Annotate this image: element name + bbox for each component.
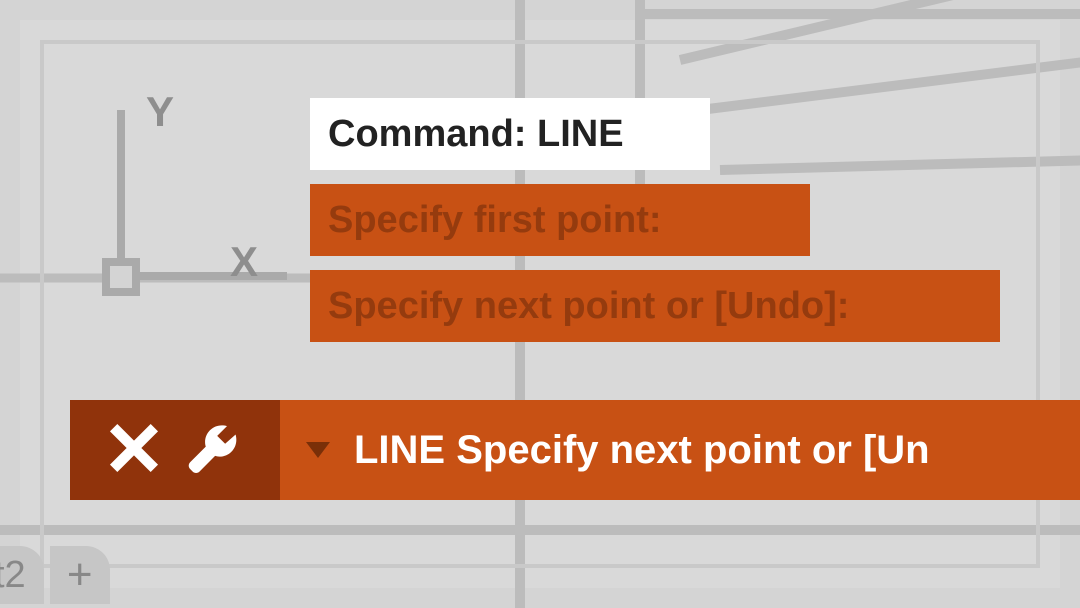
command-line-bar[interactable]: LINE Specify next point or [Un bbox=[70, 400, 1080, 500]
command-prompt-1: Specify first point: bbox=[310, 184, 810, 256]
ucs-icon: Y X bbox=[82, 90, 282, 300]
command-line-tools bbox=[70, 400, 280, 500]
layout-tab-2[interactable]: t2 bbox=[0, 546, 44, 604]
command-input-text: LINE Specify next point or [Un bbox=[354, 428, 930, 473]
command-history: Command: LINE Specify first point: Speci… bbox=[310, 98, 1000, 356]
ucs-y-axis bbox=[117, 110, 125, 280]
wrench-icon[interactable] bbox=[185, 420, 241, 481]
chevron-down-icon[interactable] bbox=[306, 442, 330, 458]
ucs-x-axis bbox=[117, 272, 287, 280]
add-layout-tab[interactable]: + bbox=[50, 546, 110, 604]
ucs-x-label: X bbox=[230, 238, 258, 286]
ucs-origin-box bbox=[102, 258, 140, 296]
close-icon[interactable] bbox=[109, 423, 159, 478]
layout-tabs: t2 + bbox=[0, 542, 116, 608]
ucs-y-label: Y bbox=[146, 88, 174, 136]
command-prompt-2: Specify next point or [Undo]: bbox=[310, 270, 1000, 342]
command-entry: Command: LINE bbox=[310, 98, 710, 170]
command-input-area[interactable]: LINE Specify next point or [Un bbox=[280, 400, 1080, 500]
